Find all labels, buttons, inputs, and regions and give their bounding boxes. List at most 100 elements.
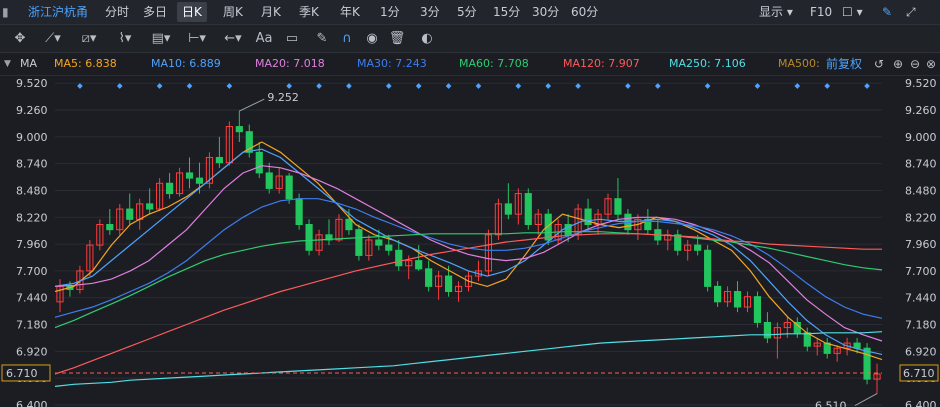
tab-timeframe-2[interactable]: 日K	[177, 2, 207, 22]
candle-body-32	[375, 239, 383, 246]
tab-timeframe-1[interactable]: 多日	[138, 2, 172, 22]
tab-timeframe-7[interactable]: 1分	[375, 2, 405, 22]
stock-name[interactable]: 浙江沪杭甬	[28, 0, 88, 24]
candle-body-33	[385, 244, 393, 251]
y-tick-right-12: 6.400	[905, 399, 937, 407]
tab-timeframe-8[interactable]: 3分	[415, 2, 445, 22]
panel-toggle-icon[interactable]: ▮	[2, 4, 18, 20]
display-menu[interactable]: 显示 ▾	[759, 0, 793, 24]
collapse-triangle-icon[interactable]: ▼	[4, 53, 11, 75]
event-marker-0	[77, 83, 83, 89]
candle-body-39	[444, 275, 453, 293]
y-tick-right-0: 9.520	[905, 77, 937, 90]
note-icon[interactable]: ▭	[282, 29, 302, 48]
candle-body-45	[504, 203, 512, 215]
eye-icon[interactable]: ◉	[362, 29, 382, 48]
legend-item-7: MA500:	[778, 57, 820, 70]
undo-icon[interactable]: ↺	[874, 56, 884, 72]
y-tick-right-8: 7.440	[905, 292, 937, 305]
price-chart[interactable]: 9.520 9.520 9.260 9.260 9.000 9.000 8.740 8.740…	[0, 75, 940, 407]
current-price-right: 6.710	[903, 367, 935, 380]
candle-body-25	[305, 224, 313, 251]
tab-timeframe-3[interactable]: 周K	[218, 2, 248, 22]
tab-timeframe-5[interactable]: 季K	[294, 2, 324, 22]
y-tick-left-8: 7.440	[16, 292, 48, 305]
event-marker-1	[116, 83, 123, 89]
event-marker-17	[704, 83, 711, 89]
restore-button[interactable]: 前复权	[826, 53, 862, 75]
event-marker-14	[575, 83, 581, 89]
candle-body-5	[106, 224, 114, 231]
event-marker-3	[186, 83, 193, 89]
event-marker-6	[316, 83, 322, 89]
event-marker-9	[415, 83, 422, 89]
tab-timeframe-12[interactable]: 60分	[566, 2, 603, 22]
add-icon[interactable]: ⊕	[893, 56, 903, 72]
current-price-left: 6.710	[6, 367, 38, 380]
candle-body-18	[235, 126, 243, 133]
remove-icon[interactable]: ⊖	[910, 56, 920, 72]
event-marker-21	[864, 83, 870, 89]
tab-timeframe-10[interactable]: 15分	[488, 2, 525, 22]
y-tick-left-6: 7.960	[16, 238, 48, 251]
measure-icon[interactable]: ⊢▾	[182, 29, 212, 48]
y-tick-left-1: 9.260	[16, 104, 48, 117]
fibonacci-icon[interactable]: ▤▾	[146, 29, 176, 48]
trash-icon[interactable]: 🗑	[387, 29, 407, 48]
legend-item-0: MA5: 6.838	[54, 57, 117, 70]
candle-body-30	[355, 229, 363, 256]
crosshair-icon[interactable]: ✥	[10, 29, 30, 48]
candle-body-65	[704, 249, 712, 287]
event-marker-18	[754, 83, 761, 89]
y-tick-left-0: 9.520	[16, 77, 48, 90]
y-tick-left-2: 9.000	[16, 131, 48, 144]
y-tick-left-9: 7.180	[16, 319, 48, 332]
event-marker-19	[794, 83, 801, 89]
tab-timeframe-9[interactable]: 5分	[452, 2, 482, 22]
y-tick-right-10: 6.920	[905, 345, 937, 358]
legend-item-6: MA250: 7.106	[669, 57, 746, 70]
line-icon[interactable]: ⟋▾	[38, 29, 68, 48]
candle-body-24	[295, 198, 303, 226]
candle-body-21	[265, 172, 273, 189]
tab-timeframe-11[interactable]: 30分	[527, 2, 564, 22]
candle-body-11	[165, 182, 174, 195]
candle-body-81	[863, 347, 871, 380]
close-icon[interactable]: ⊗	[926, 56, 936, 72]
tab-timeframe-0[interactable]: 分时	[100, 2, 134, 22]
ma-legend: ▼ MA MA5: 6.838 MA10: 6.889 MA20: 7.018 MA3…	[0, 53, 940, 76]
f10-button[interactable]: F10	[810, 0, 832, 24]
expand-icon[interactable]: ⤢	[906, 0, 916, 24]
candle-body-34	[395, 249, 403, 267]
legend-title: MA	[20, 57, 38, 70]
tab-timeframe-4[interactable]: 月K	[256, 2, 286, 22]
magnet-icon[interactable]: ∩	[337, 29, 357, 48]
candle-body-68	[733, 291, 742, 308]
low-annotation-leader	[854, 393, 878, 407]
channel-icon[interactable]: ⧄▾	[74, 29, 104, 48]
y-tick-right-3: 8.740	[905, 158, 937, 171]
tab-timeframe-6[interactable]: 年K	[335, 2, 365, 22]
event-marker-20	[824, 83, 831, 89]
event-marker-4	[226, 83, 233, 89]
event-marker-12	[515, 83, 522, 89]
low-annotation: 6.510	[815, 400, 847, 407]
color-box-icon[interactable]: ☐ ▾	[842, 0, 863, 24]
y-tick-left-10: 6.920	[16, 345, 48, 358]
arrow-icon[interactable]: ←▾	[218, 29, 248, 48]
y-tick-left-7: 7.700	[16, 265, 48, 278]
y-tick-right-9: 7.180	[905, 319, 937, 332]
legend-item-5: MA120: 7.907	[563, 57, 640, 70]
text-icon[interactable]: Aa	[254, 29, 274, 48]
legend-item-3: MA30: 7.243	[357, 57, 427, 70]
draw-pen-icon[interactable]: ✎	[882, 0, 892, 24]
event-marker-16	[654, 83, 661, 89]
event-marker-5	[286, 83, 292, 89]
candle-body-20	[255, 151, 263, 174]
event-marker-2	[156, 83, 163, 89]
toggle-icon[interactable]: ◐	[417, 29, 437, 48]
y-tick-right-7: 7.700	[905, 265, 937, 278]
pen-icon[interactable]: ✎	[312, 29, 332, 48]
candle-body-56	[614, 198, 622, 215]
wave-icon[interactable]: ⌇▾	[110, 29, 140, 48]
